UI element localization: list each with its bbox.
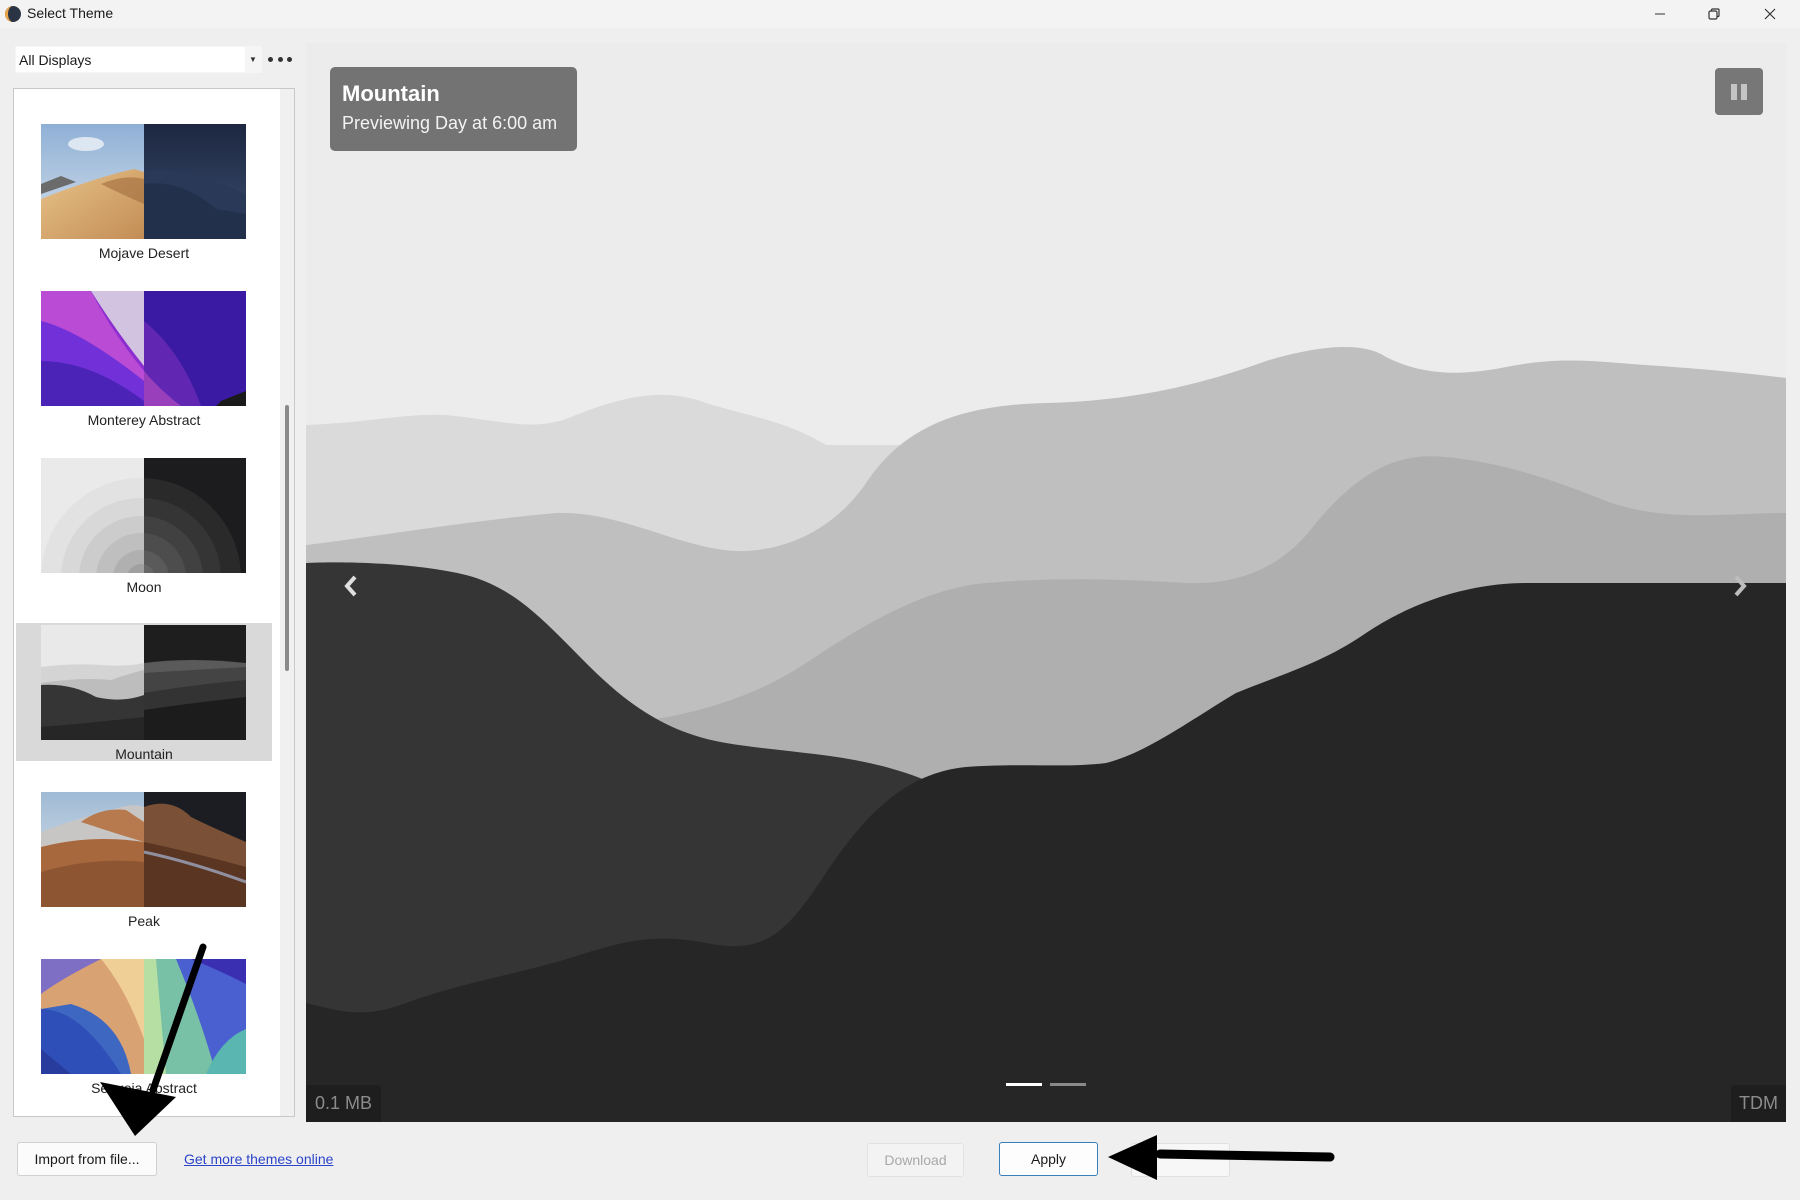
slide-dot-1[interactable] bbox=[1006, 1083, 1042, 1086]
chevron-down-icon[interactable]: ▼ bbox=[245, 47, 261, 72]
previous-button[interactable] bbox=[336, 566, 366, 606]
window-title: Select Theme bbox=[27, 5, 114, 21]
close-button[interactable] bbox=[1742, 0, 1798, 28]
theme-list-scrollbar[interactable] bbox=[280, 89, 294, 1116]
theme-list[interactable]: Mojave Desert Monterey Abstract Moon Mou… bbox=[13, 88, 295, 1117]
import-from-file-button[interactable]: Import from file... bbox=[17, 1142, 157, 1176]
theme-label: Monterey Abstract bbox=[87, 412, 201, 428]
title-bar: Select Theme bbox=[0, 0, 1800, 28]
theme-label: Sequoia Abstract bbox=[91, 1080, 197, 1096]
download-button[interactable]: Download bbox=[867, 1143, 964, 1177]
author-badge: TDM bbox=[1731, 1085, 1786, 1122]
preview-status: Previewing Day at 6:00 am bbox=[342, 113, 558, 133]
theme-item-monterey-abstract[interactable]: Monterey Abstract bbox=[16, 291, 272, 429]
apply-button[interactable]: Apply bbox=[999, 1142, 1098, 1176]
minimize-button[interactable] bbox=[1632, 0, 1688, 28]
chevron-left-icon bbox=[344, 575, 357, 597]
theme-item-mountain[interactable]: Mountain bbox=[16, 623, 272, 762]
restore-button[interactable] bbox=[1686, 0, 1742, 28]
theme-thumbnail bbox=[41, 458, 246, 573]
theme-item-mojave-desert[interactable]: Mojave Desert bbox=[16, 124, 272, 262]
theme-thumbnail bbox=[41, 625, 246, 740]
theme-label: Mojave Desert bbox=[98, 245, 190, 261]
minimize-icon bbox=[1655, 13, 1665, 15]
app-icon bbox=[5, 6, 21, 22]
theme-preview: Mountain Previewing Day at 6:00 am 0.1 M… bbox=[306, 43, 1786, 1122]
theme-item-moon[interactable]: Moon bbox=[16, 458, 272, 596]
close-icon bbox=[1764, 8, 1776, 20]
slide-dot-2[interactable] bbox=[1050, 1083, 1086, 1086]
next-button[interactable] bbox=[1725, 566, 1755, 606]
more-options-button[interactable] bbox=[268, 50, 292, 68]
preview-image bbox=[306, 43, 1786, 1122]
pause-icon bbox=[1731, 83, 1737, 100]
theme-thumbnail bbox=[41, 291, 246, 406]
theme-label: Moon bbox=[126, 579, 162, 595]
scrollbar-thumb[interactable] bbox=[285, 405, 289, 671]
display-select[interactable]: All Displays ▼ bbox=[15, 46, 262, 73]
theme-label: Peak bbox=[128, 913, 160, 929]
theme-item-sequoia-abstract[interactable]: Sequoia Abstract bbox=[16, 957, 272, 1096]
theme-item-peak[interactable]: Peak bbox=[16, 790, 272, 929]
theme-label: Mountain bbox=[115, 746, 173, 762]
theme-thumbnail bbox=[41, 124, 246, 239]
get-more-themes-link[interactable]: Get more themes online bbox=[184, 1151, 333, 1167]
chevron-right-icon bbox=[1734, 575, 1747, 597]
slide-indicator bbox=[1006, 1083, 1086, 1086]
theme-thumbnail bbox=[41, 792, 246, 907]
cancel-button[interactable] bbox=[1131, 1143, 1230, 1177]
preview-theme-name: Mountain bbox=[342, 81, 440, 106]
restore-icon bbox=[1708, 8, 1720, 20]
theme-thumbnail bbox=[41, 959, 246, 1074]
preview-info-box: Mountain Previewing Day at 6:00 am bbox=[330, 67, 577, 151]
pause-button[interactable] bbox=[1715, 68, 1763, 115]
file-size-badge: 0.1 MB bbox=[306, 1085, 382, 1122]
display-select-value: All Displays bbox=[19, 51, 92, 68]
ellipsis-icon bbox=[268, 56, 273, 62]
